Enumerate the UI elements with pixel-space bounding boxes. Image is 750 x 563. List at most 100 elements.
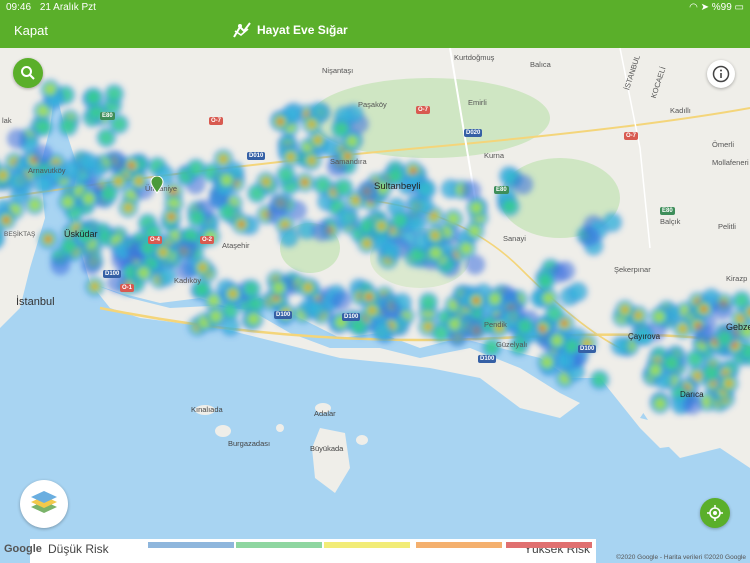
close-button[interactable]: Kapat (14, 23, 48, 38)
heat-blob (36, 120, 51, 134)
heat-blob (540, 325, 545, 331)
heat-blob (7, 128, 27, 149)
heat-blob (704, 365, 718, 380)
heat-blob (377, 222, 386, 230)
heat-blob (279, 167, 293, 182)
heat-blob (307, 120, 316, 129)
wifi-icon: ◠ (689, 1, 698, 13)
heat-blob (101, 186, 116, 201)
legend-swatch-3 (324, 542, 410, 548)
heat-blob (81, 254, 101, 275)
heat-blob (29, 199, 41, 211)
heat-blob (634, 311, 643, 320)
road-shield: D100 (578, 345, 597, 353)
heat-blob (262, 177, 271, 186)
locate-me-button[interactable] (700, 498, 730, 528)
place-atasehir: Ataşehir (222, 241, 250, 250)
heat-blob (134, 177, 143, 185)
heat-blob (228, 289, 237, 298)
heat-blob (198, 263, 207, 272)
heat-blob (351, 196, 360, 205)
heat-blob (688, 352, 703, 366)
map-layers-button[interactable] (20, 480, 68, 528)
heat-blob (307, 156, 316, 165)
place-emirli: Emirli (468, 98, 487, 107)
heat-blob (114, 177, 123, 186)
place-arnavutkoy: Arnavutköy (28, 166, 66, 175)
legend-swatch-1 (148, 542, 234, 548)
info-icon (712, 65, 730, 83)
hayat-eve-sigar-logo-icon (233, 22, 251, 38)
heat-blob (331, 290, 352, 311)
heat-blob (382, 242, 400, 260)
heat-blob (313, 136, 322, 145)
place-istanbul: İstanbul (16, 296, 55, 308)
heat-blob (277, 119, 283, 125)
app-brand: Hayat Eve Sığar (232, 21, 348, 39)
heat-blob (373, 322, 391, 340)
map-layers-icon (31, 491, 57, 513)
heat-blob (138, 267, 150, 279)
heat-blob (463, 319, 484, 340)
heat-blob (366, 294, 372, 300)
risk-legend: Düşük Risk Yüksek Risk (30, 539, 596, 563)
place-nisantasi: Nişantaşı (322, 66, 354, 75)
place-samandira: Samandıra (330, 157, 367, 166)
heat-blob (649, 364, 661, 376)
heat-blob (518, 319, 533, 333)
place-guzelyali: Güzelyalı (496, 340, 528, 349)
heat-blob (221, 174, 233, 186)
heat-blob (334, 122, 349, 137)
info-button[interactable] (707, 60, 735, 88)
heat-blob (99, 130, 114, 145)
place-balcik: Balçık (660, 217, 681, 226)
heat-blob (244, 282, 259, 296)
heat-blob (44, 83, 56, 95)
heat-blob (86, 90, 101, 105)
road-shield: D020 (464, 129, 483, 137)
search-icon (21, 66, 35, 80)
status-date: 21 Aralık Pzt (39, 1, 96, 13)
heat-blob (541, 356, 553, 368)
heat-blob (447, 213, 459, 225)
place-uskudar: Üsküdar (64, 229, 98, 239)
location-arrow-icon: ➤ (700, 1, 709, 13)
heat-blob (368, 306, 377, 315)
location-pin-icon[interactable] (150, 176, 164, 194)
risk-map[interactable]: Nişantaşı Kurtdoğmuş Balıca İSTANBUL KOC… (0, 48, 750, 563)
heat-blob (351, 318, 366, 333)
heat-blob (410, 168, 416, 174)
google-logo: Google (4, 543, 42, 555)
place-kurna: Kurna (484, 151, 505, 160)
battery-icon: ▭ (734, 1, 744, 13)
search-button[interactable] (13, 58, 43, 88)
place-sekerpinar: Şekerpınar (614, 265, 651, 274)
heat-blob (83, 193, 95, 204)
app-header: Kapat Hayat Eve Sığar (0, 14, 750, 48)
heat-blob (612, 337, 630, 355)
heat-blob (239, 221, 244, 227)
heat-blob (461, 180, 481, 201)
heat-blob (336, 180, 351, 195)
heat-blob (449, 318, 461, 330)
heat-blob (363, 239, 371, 248)
heat-blob (569, 283, 587, 301)
place-sanayi: Sanayi (503, 234, 526, 243)
road-shield: O-4 (148, 236, 163, 244)
heat-blob (460, 242, 472, 254)
heat-blob (653, 311, 665, 323)
heat-blob (61, 239, 76, 254)
road-shield: D100 (342, 313, 361, 321)
legend-swatch-2 (236, 542, 322, 548)
heat-blob (717, 331, 732, 346)
heat-blob (415, 197, 433, 215)
heat-blob (210, 310, 222, 322)
heat-blob (469, 225, 480, 237)
place-darica: Darıca (680, 390, 704, 399)
status-right: ◠ ➤ %99 ▭ (689, 2, 744, 13)
heat-blob (393, 213, 407, 228)
heat-blob (302, 179, 308, 185)
heat-blob (470, 202, 482, 214)
heat-blob (311, 221, 332, 242)
heat-blob (62, 196, 74, 208)
